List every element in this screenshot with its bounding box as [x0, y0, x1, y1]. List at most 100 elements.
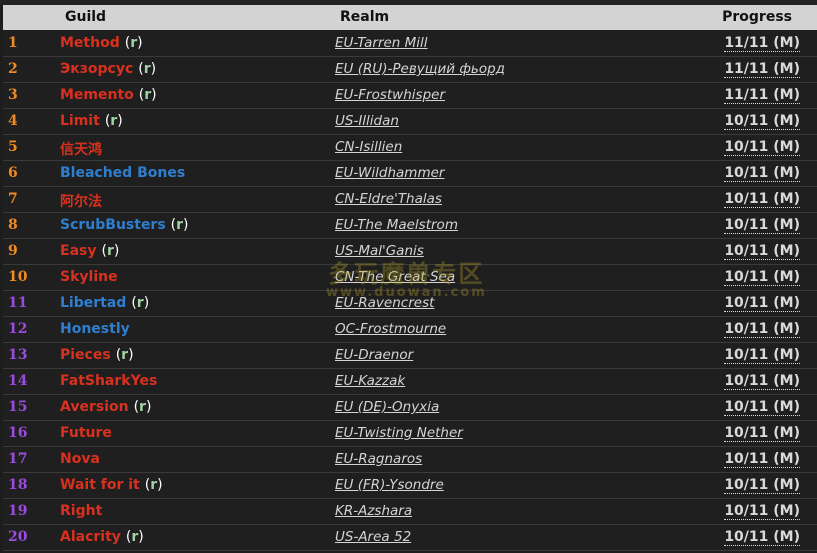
guild-name[interactable]: Pieces (r): [60, 347, 134, 363]
recruit-label: r: [139, 399, 146, 415]
progress-value: 10/11 (M): [724, 529, 800, 546]
guild-name[interactable]: Honestly: [60, 321, 130, 337]
guild-name[interactable]: Bleached Bones: [60, 165, 185, 181]
recruiting-badge[interactable]: (r): [126, 529, 144, 545]
realm-link[interactable]: US-Area 52: [335, 529, 411, 545]
recruiting-badge[interactable]: (r): [145, 477, 163, 493]
rank: 2: [8, 61, 18, 77]
guild-name[interactable]: 阿尔法: [60, 191, 102, 211]
guild-name[interactable]: Alacrity (r): [60, 529, 144, 545]
recruit-label: r: [106, 243, 114, 259]
recruiting-badge[interactable]: (r): [116, 347, 134, 363]
guild-name[interactable]: Skyline: [60, 269, 118, 285]
rank: 10: [8, 269, 28, 285]
guild-name[interactable]: Memento (r): [60, 87, 157, 103]
guild-label: 信天鸿: [60, 142, 102, 158]
rank: 5: [8, 139, 18, 155]
progress-value: 10/11 (M): [724, 347, 800, 364]
guild-label: Aversion: [60, 399, 129, 415]
guild-label: FatSharkYes: [60, 373, 158, 389]
progress-value: 10/11 (M): [724, 477, 800, 494]
realm-link[interactable]: EU-Draenor: [335, 347, 413, 363]
guild-name[interactable]: Future: [60, 425, 112, 441]
progress-value: 10/11 (M): [724, 399, 800, 416]
guild-label: ScrubBusters: [60, 217, 166, 233]
realm-link[interactable]: EU-Ragnaros: [335, 451, 422, 467]
realm-link[interactable]: OC-Frostmourne: [335, 321, 446, 337]
progress-value: 10/11 (M): [724, 425, 800, 442]
recruiting-badge[interactable]: (r): [138, 61, 156, 77]
guild-name[interactable]: 信天鸿: [60, 139, 102, 159]
table-row: 15 Aversion (r) EU (DE)-Onyxia 10/11 (M): [3, 395, 817, 421]
realm-link[interactable]: EU-Wildhammer: [335, 165, 444, 181]
guild-name[interactable]: Экзорсус (r): [60, 61, 156, 77]
recruiting-badge[interactable]: (r): [101, 243, 119, 259]
recruiting-badge[interactable]: (r): [139, 87, 157, 103]
realm-link[interactable]: US-Mal'Ganis: [335, 243, 424, 259]
guild-label: 阿尔法: [60, 194, 102, 210]
guild-label: Nova: [60, 451, 100, 467]
realm-link[interactable]: US-Illidan: [335, 113, 399, 129]
recruit-label: r: [176, 217, 184, 233]
recruit-label: r: [136, 295, 144, 311]
guild-label: Alacrity: [60, 529, 121, 545]
realm-link[interactable]: EU-Tarren Mill: [335, 35, 428, 51]
realm-link[interactable]: EU-Frostwhisper: [335, 87, 445, 103]
progress-value: 11/11 (M): [724, 61, 800, 78]
realm-link[interactable]: EU-Twisting Nether: [335, 425, 463, 441]
table-row: 16 Future EU-Twisting Nether 10/11 (M): [3, 421, 817, 447]
table-row: 2 Экзорсус (r) EU (RU)-Ревущий фьорд 11/1…: [3, 57, 817, 83]
progress-value: 10/11 (M): [724, 243, 800, 260]
guild-label: Right: [60, 503, 103, 519]
guild-label: Limit: [60, 113, 100, 129]
realm-link[interactable]: CN-Isillien: [335, 139, 402, 155]
guild-name[interactable]: Aversion (r): [60, 399, 151, 415]
realm-link[interactable]: EU-Kazzak: [335, 373, 405, 389]
table-row: 18 Wait for it (r) EU (FR)-Ysondre 10/11 …: [3, 473, 817, 499]
guild-name[interactable]: Right: [60, 503, 102, 519]
guild-name[interactable]: Method (r): [60, 35, 143, 51]
guild-name[interactable]: FatSharkYes: [60, 373, 157, 389]
rank: 11: [8, 295, 28, 311]
rank: 1: [8, 35, 18, 51]
realm-link[interactable]: EU-Ravencrest: [335, 295, 434, 311]
realm-link[interactable]: EU-The Maelstrom: [335, 217, 458, 233]
recruiting-badge[interactable]: (r): [131, 295, 149, 311]
rank: 6: [8, 165, 18, 181]
guild-name[interactable]: ScrubBusters (r): [60, 217, 189, 233]
table-row: 20 Alacrity (r) US-Area 52 10/11 (M): [3, 525, 817, 551]
header-realm: Realm: [340, 9, 390, 25]
progress-value: 10/11 (M): [724, 451, 800, 468]
progress-value: 11/11 (M): [724, 35, 800, 52]
guild-name[interactable]: Limit (r): [60, 113, 123, 129]
table-row: 13 Pieces (r) EU-Draenor 10/11 (M): [3, 343, 817, 369]
guild-label: Wait for it: [60, 477, 140, 493]
table-row: 12 Honestly OC-Frostmourne 10/11 (M): [3, 317, 817, 343]
realm-link[interactable]: CN-The Great Sea: [335, 269, 455, 285]
rank: 7: [8, 191, 18, 207]
guild-name[interactable]: Nova: [60, 451, 100, 467]
realm-link[interactable]: EU (RU)-Ревущий фьорд: [335, 61, 505, 77]
table-row: 9 Easy (r) US-Mal'Ganis 10/11 (M): [3, 239, 817, 265]
recruiting-badge[interactable]: (r): [105, 113, 123, 129]
rank: 15: [8, 399, 28, 415]
realm-link[interactable]: KR-Azshara: [335, 503, 412, 519]
table-header: Guild Realm Progress: [3, 5, 817, 30]
recruiting-badge[interactable]: (r): [125, 35, 143, 51]
rank: 13: [8, 347, 28, 363]
rank: 8: [8, 217, 18, 233]
realm-link[interactable]: EU (FR)-Ysondre: [335, 477, 444, 493]
guild-label: Bleached Bones: [60, 165, 186, 181]
recruiting-badge[interactable]: (r): [171, 217, 189, 233]
rank: 16: [8, 425, 28, 441]
realm-link[interactable]: EU (DE)-Onyxia: [335, 399, 439, 415]
header-guild: Guild: [65, 9, 107, 25]
realm-link[interactable]: CN-Eldre'Thalas: [335, 191, 442, 207]
progress-value: 10/11 (M): [724, 503, 800, 520]
guild-name[interactable]: Easy (r): [60, 243, 119, 259]
progress-value: 10/11 (M): [724, 139, 800, 156]
recruiting-badge[interactable]: (r): [134, 399, 152, 415]
guild-label: Экзорсус: [60, 61, 134, 77]
guild-name[interactable]: Wait for it (r): [60, 477, 163, 493]
guild-name[interactable]: Libertad (r): [60, 295, 149, 311]
